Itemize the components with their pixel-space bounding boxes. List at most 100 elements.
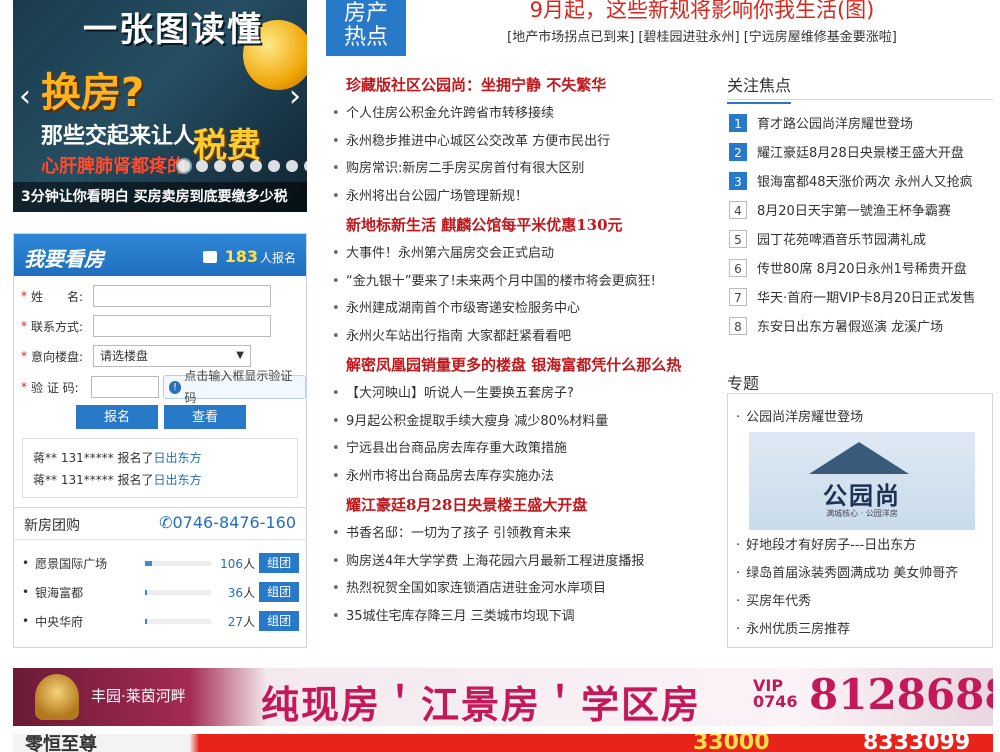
captcha-hint-text: 点击输入框显示验证码 xyxy=(184,369,293,405)
focus-item[interactable]: 7 华天·首府一期VIP卡8月20日正式发售 xyxy=(727,282,993,311)
hot-headline-link[interactable]: 9月起，这些新规将影响你我生活(图) xyxy=(416,0,988,24)
carousel-headline: 换房? xyxy=(41,70,145,116)
focus-header: 关注焦点 xyxy=(727,68,993,104)
news-item[interactable]: • 35城住宅库存降三月 三类城市均现下调 xyxy=(330,603,715,631)
property-select[interactable]: 请选楼盘 ▼ xyxy=(93,345,251,367)
group-buy-count: 36人 xyxy=(211,584,259,601)
focus-item[interactable]: 4 8月20日天宇第一號渔王杯争霸赛 xyxy=(727,195,993,224)
carousel-dot[interactable] xyxy=(304,160,307,172)
news-item[interactable]: • 购房送4年大学学费 上海花园六月最新工程进度播报 xyxy=(330,548,715,576)
focus-item[interactable]: 6 传世80席 8月20日永州1号稀贵开盘 xyxy=(727,253,993,282)
news-item[interactable]: • 书香名邸：一切为了孩子 引领教育未来 xyxy=(330,520,715,548)
captcha-label: 验 证 码: xyxy=(31,380,79,395)
news-item[interactable]: • 个人住房公积金允许跨省市转移接续 xyxy=(330,100,715,128)
bullet-icon: • xyxy=(332,581,340,596)
news-item[interactable]: • 大事件！永州第六届房交会正式启动 xyxy=(330,240,715,268)
bullet-icon: · xyxy=(736,622,741,637)
topic-link[interactable]: · 买房年代秀 xyxy=(736,588,811,615)
group-buy-name: 银海富都 xyxy=(35,585,84,600)
news-item[interactable]: • 购房常识:新房二手房买房首付有很大区别 xyxy=(330,155,715,183)
topic-promo-image[interactable]: 公园尚 满城核心 · 公园洋房 xyxy=(749,432,975,530)
news-block: 解密凤凰园销量更多的楼盘 银海富都凭什么那么热 • 【大河映山】听说人一生要换五套房… xyxy=(330,350,715,490)
recent-signup-place[interactable]: 日出东方 xyxy=(154,451,202,465)
banner-phone: 8128688 xyxy=(809,670,993,719)
group-buy-count: 27人 xyxy=(211,613,259,630)
hot-sublink[interactable]: [宁远房屋维修基金要涨啦] xyxy=(744,30,897,45)
news-item[interactable]: • 宁远县出台商品房去库存重大政策措施 xyxy=(330,435,715,463)
news-block-title[interactable]: 新地标新生活 麒麟公馆每平米优惠130元 xyxy=(330,216,623,234)
news-block-title[interactable]: 解密凤凰园销量更多的楼盘 银海富都凭什么那么热 xyxy=(330,356,681,374)
gift-icon xyxy=(202,251,217,263)
carousel-dot[interactable] xyxy=(178,160,190,172)
hot-badge-line1: 房产 xyxy=(343,1,388,26)
phone-icon: ✆ xyxy=(159,513,173,532)
news-block-title[interactable]: 珍藏版社区公园尚：坐拥宁静 不失繁华 xyxy=(330,76,606,94)
news-item[interactable]: • 永州火车站出行指南 大家都赶紧看看吧 xyxy=(330,323,715,351)
required-mark: * xyxy=(21,380,27,394)
news-item[interactable]: • 永州市将出台商品房去库存实施办法 xyxy=(330,463,715,491)
submit-button[interactable]: 报名 xyxy=(76,405,158,429)
focus-item-text: 8月20日天宇第一號渔王杯争霸赛 xyxy=(757,204,951,219)
signup-count-number: 183 xyxy=(224,247,258,266)
topic-link[interactable]: · 永州优质三房推荐 xyxy=(736,616,850,643)
group-buy-count-unit: 人 xyxy=(243,614,256,629)
news-item-text: 热烈祝贺全国如家连锁酒店进驻金河水岸项目 xyxy=(346,581,607,596)
focus-item[interactable]: 3 银海富都48天涨价两次 永州人又抢疯 xyxy=(727,166,993,195)
carousel-prev-icon[interactable]: ‹ xyxy=(19,82,31,112)
news-item[interactable]: • 【大河映山】听说人一生要换五套房子? xyxy=(330,380,715,408)
news-item[interactable]: • 永州稳步推进中心城区公交改革 方便市民出行 xyxy=(330,128,715,156)
join-group-button[interactable]: 组团 xyxy=(259,553,300,573)
carousel-caption[interactable]: 3分钟让你看明白 买房卖房到底要缴多少税 xyxy=(13,182,307,212)
carousel-dot[interactable] xyxy=(268,160,280,172)
bullet-icon: • xyxy=(22,556,30,570)
view-button[interactable]: 查看 xyxy=(164,405,246,429)
carousel-dot[interactable] xyxy=(232,160,244,172)
group-buy-phone-number: 0746-8476-160 xyxy=(172,513,296,532)
news-item[interactable]: • 9月起公积金提取手续大瘦身 减少80%材料量 xyxy=(330,408,715,436)
rank-badge: 3 xyxy=(729,171,747,190)
carousel-dot[interactable] xyxy=(214,160,226,172)
carousel-next-icon[interactable]: › xyxy=(289,82,301,112)
topic-first-link[interactable]: · 公园尚洋房耀世登场 xyxy=(736,404,863,431)
carousel-line2: 那些交起来让人 xyxy=(41,124,196,149)
join-group-button[interactable]: 组团 xyxy=(259,611,300,631)
group-buy-name: 愿景国际广场 xyxy=(35,556,108,571)
focus-item[interactable]: 8 东安日出东方暑假巡演 龙溪广场 xyxy=(727,311,993,340)
promo-carousel[interactable]: 一张图读懂 换房? 那些交起来让人 税费 心肝脾肺肾都疼的 ‹ › 3分钟让你看… xyxy=(13,0,307,212)
captcha-input[interactable] xyxy=(90,376,159,398)
news-item[interactable]: • 永州将出台公园广场管理新规！ xyxy=(330,183,715,211)
hot-sublink[interactable]: [地产市场拐点已到来] xyxy=(507,30,634,45)
ad-banner-rhine[interactable]: 丰园·莱茵河畔 纯现房＇江景房＇学区房 VIP 0746 8128688 xyxy=(13,668,993,726)
focus-panel: 关注焦点 1 育才路公园尚洋房耀世登场 2 耀江豪廷8月28日央景楼王盛大开盘 3 银海富… xyxy=(727,68,993,340)
ad-banner-second[interactable]: 零恒至尊 33000 8333099 xyxy=(13,734,993,752)
news-item[interactable]: • “金九银十”要来了!未来两个月中国的楼市将会更疯狂! xyxy=(330,268,715,296)
topic-link[interactable]: · 绿岛首届泳装秀圆满成功 美女帅哥齐 xyxy=(736,560,958,587)
bullet-icon: • xyxy=(22,614,30,628)
carousel-dot[interactable] xyxy=(250,160,262,172)
carousel-dot[interactable] xyxy=(286,160,298,172)
topic-link[interactable]: · 好地段才有好房子---日出东方 xyxy=(736,532,916,559)
focus-item[interactable]: 5 园丁花苑啤酒音乐节园满礼成 xyxy=(727,224,993,253)
name-input[interactable] xyxy=(93,285,271,307)
news-item[interactable]: • 永州建成湖南首个市级寄递安检服务中心 xyxy=(330,295,715,323)
bullet-icon: · xyxy=(736,594,741,609)
bullet-icon: • xyxy=(332,328,340,344)
carousel-dot[interactable] xyxy=(196,160,208,172)
news-item[interactable]: • 热烈祝贺全国如家连锁酒店进驻金河水岸项目 xyxy=(330,575,715,603)
group-buy-count-number: 27 xyxy=(227,614,244,629)
hot-sublinks: [地产市场拐点已到来] [碧桂园进驻永州] [宁远房屋维修基金要涨啦] xyxy=(416,26,988,45)
news-item-text: 书香名邸：一切为了孩子 引领教育未来 xyxy=(346,526,572,541)
rank-badge: 5 xyxy=(729,229,747,248)
recent-signup-place[interactable]: 日出东方 xyxy=(154,473,202,487)
news-block-title[interactable]: 耀江豪廷8月28日央景楼王盛大开盘 xyxy=(330,496,587,514)
recent-signups: 蒋** 131***** 报名了日出东方 蒋** 131***** 报名了日出东… xyxy=(22,438,298,498)
required-mark: * xyxy=(21,349,27,363)
join-group-button[interactable]: 组团 xyxy=(259,582,300,602)
focus-item[interactable]: 1 育才路公园尚洋房耀世登场 xyxy=(727,108,993,137)
group-buy-count-number: 106 xyxy=(220,556,244,571)
hot-sublink[interactable]: [碧桂园进驻永州] xyxy=(638,30,739,45)
focus-item[interactable]: 2 耀江豪廷8月28日央景楼王盛大开盘 xyxy=(727,137,993,166)
focus-item-text: 银海富都48天涨价两次 永州人又抢疯 xyxy=(757,175,973,190)
contact-input[interactable] xyxy=(93,315,271,337)
bullet-icon: • xyxy=(332,301,340,316)
